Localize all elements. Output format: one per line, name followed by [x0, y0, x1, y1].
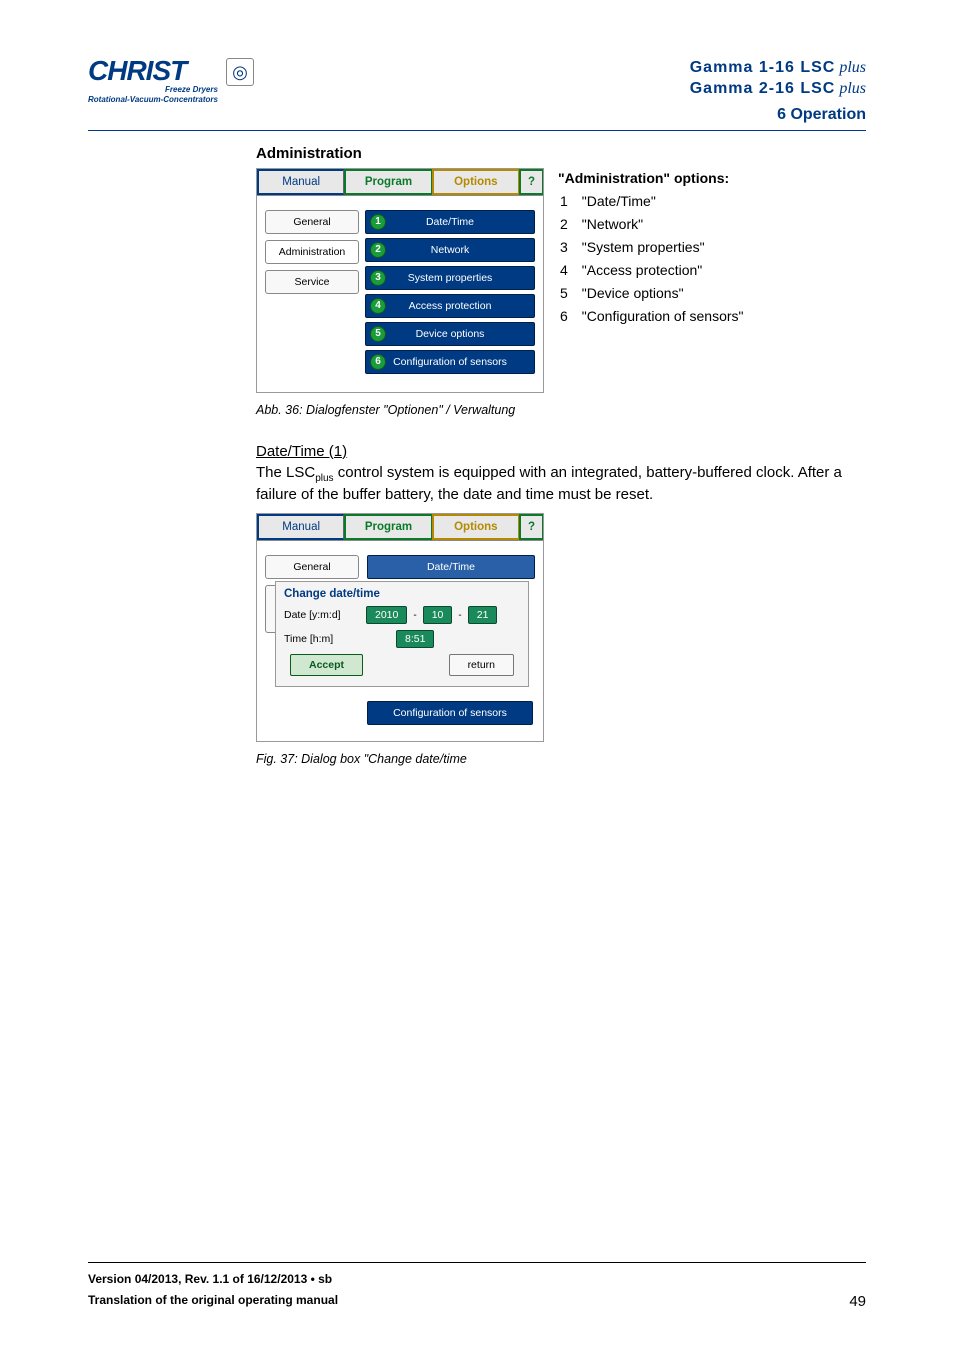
logo: CHRIST Freeze Dryers Rotational-Vacuum-C…	[88, 58, 254, 104]
accept-button[interactable]: Accept	[290, 654, 363, 676]
tab-help-2[interactable]: ?	[519, 514, 543, 540]
section-title: 6 Operation	[690, 106, 866, 124]
tab-options-2[interactable]: Options	[432, 514, 519, 540]
page-header: CHRIST Freeze Dryers Rotational-Vacuum-C…	[88, 58, 866, 124]
tab-manual[interactable]: Manual	[257, 169, 344, 195]
product-labels: Gamma 1-16 LSC plus Gamma 2-16 LSC plus …	[690, 58, 866, 124]
options-list-header: "Administration" options:	[558, 168, 746, 189]
badge-6: 6	[370, 354, 386, 370]
dash-icon: -	[413, 610, 416, 621]
page-footer: Version 04/2013, Rev. 1.1 of 16/12/2013 …	[88, 1262, 866, 1310]
popup-title: Change date/time	[284, 588, 520, 600]
date-row: Date [y:m:d] 2010 - 10 - 21	[284, 606, 520, 624]
footer-translation: Translation of the original operating ma…	[88, 1290, 338, 1310]
sidebar-service[interactable]: Service	[265, 270, 359, 294]
badge-2: 2	[370, 242, 386, 258]
options-sidebar: General Administration Service	[265, 210, 359, 374]
config-sensors-button-2[interactable]: Configuration of sensors	[367, 701, 533, 725]
date-month-input[interactable]: 10	[423, 606, 453, 624]
sidebar-general-2[interactable]: General	[265, 555, 359, 579]
footer-version: Version 04/2013, Rev. 1.1 of 16/12/2013 …	[88, 1269, 338, 1289]
admin-menu: 1Date/Time 2Network 3System properties 4…	[365, 210, 535, 374]
tab-bar: Manual Program Options ?	[257, 169, 543, 196]
time-label: Time [h:m]	[284, 633, 360, 645]
tab-program[interactable]: Program	[344, 169, 431, 195]
time-row: Time [h:m] 8:51	[284, 630, 520, 648]
menu-config-sensors[interactable]: 6Configuration of sensors	[365, 350, 535, 374]
date-day-input[interactable]: 21	[468, 606, 498, 624]
admin-heading: Administration	[256, 145, 866, 162]
tab-manual-2[interactable]: Manual	[257, 514, 344, 540]
admin-options-list: "Administration" options: 1"Date/Time" 2…	[558, 168, 746, 329]
page-number: 49	[849, 1293, 866, 1310]
datetime-dialog: Manual Program Options ? General Ad Date…	[256, 513, 544, 742]
date-label: Date [y:m:d]	[284, 609, 360, 621]
tab-options[interactable]: Options	[432, 169, 519, 195]
tab-program-2[interactable]: Program	[344, 514, 431, 540]
dash-icon: -	[458, 610, 461, 621]
menu-device-options[interactable]: 5Device options	[365, 322, 535, 346]
badge-3: 3	[370, 270, 386, 286]
return-button[interactable]: return	[449, 654, 514, 676]
fig37-caption: Fig. 37: Dialog box "Change date/time	[256, 752, 866, 766]
badge-4: 4	[370, 298, 386, 314]
header-divider	[88, 130, 866, 131]
badge-1: 1	[370, 214, 386, 230]
change-datetime-popup: Change date/time Date [y:m:d] 2010 - 10 …	[275, 581, 529, 687]
date-year-input[interactable]: 2010	[366, 606, 407, 624]
logo-text: CHRIST	[88, 58, 218, 83]
fig36-caption: Abb. 36: Dialogfenster "Optionen" / Verw…	[256, 403, 866, 417]
options-dialog: Manual Program Options ? General Adminis…	[256, 168, 544, 393]
swirl-icon: ◎	[226, 58, 254, 86]
datetime-heading: Date/Time (1)	[256, 443, 866, 460]
time-input[interactable]: 8:51	[396, 630, 434, 648]
menu-network[interactable]: 2Network	[365, 238, 535, 262]
tab-bar-2: Manual Program Options ?	[257, 514, 543, 541]
menu-datetime[interactable]: 1Date/Time	[365, 210, 535, 234]
tab-help[interactable]: ?	[519, 169, 543, 195]
logo-subtext: Freeze Dryers Rotational-Vacuum-Concentr…	[88, 85, 218, 104]
sidebar-general[interactable]: General	[265, 210, 359, 234]
datetime-paragraph: The LSCplus control system is equipped w…	[256, 463, 866, 506]
datetime-head-button[interactable]: Date/Time	[367, 555, 535, 579]
sidebar-administration[interactable]: Administration	[265, 240, 359, 264]
menu-system-properties[interactable]: 3System properties	[365, 266, 535, 290]
menu-access-protection[interactable]: 4Access protection	[365, 294, 535, 318]
badge-5: 5	[370, 326, 386, 342]
